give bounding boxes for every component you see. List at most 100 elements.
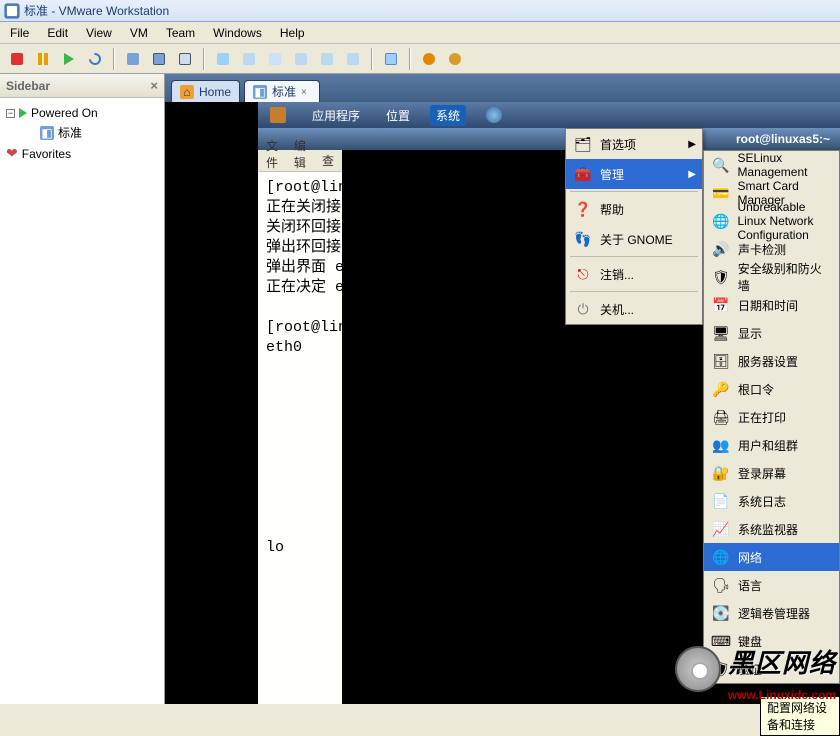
terminal-menubar: 文件(F) 编辑(E) 查 xyxy=(258,150,342,172)
unity-button[interactable] xyxy=(342,48,364,70)
admin-item-label: 日期和时间 xyxy=(738,297,798,314)
console-button[interactable] xyxy=(238,48,260,70)
menu-admin-label: 管理 xyxy=(600,166,624,183)
fullscreen-button[interactable] xyxy=(316,48,338,70)
menu-vm[interactable]: VM xyxy=(130,26,148,40)
menu-windows[interactable]: Windows xyxy=(213,26,262,40)
menu-prefs[interactable]: 🗂 首选项 ▶ xyxy=(566,129,702,159)
poweron-button[interactable] xyxy=(58,48,80,70)
menu-about[interactable]: 👣 关于 GNOME xyxy=(566,224,702,254)
sidebar-title: Sidebar xyxy=(6,79,50,93)
admin-item-label: 根口令 xyxy=(738,381,774,398)
tab-vm-label: 标准 xyxy=(272,83,296,100)
summary-button[interactable] xyxy=(264,48,286,70)
help-icon: ❓ xyxy=(574,200,592,218)
menu-view[interactable]: View xyxy=(86,26,112,40)
terminal-output[interactable]: [root@linuxas5 正在关闭接口 关闭环回接口: 弹出环回接口: 弹出… xyxy=(258,172,342,704)
menu-logout[interactable]: ⎋ 注销... xyxy=(566,259,702,289)
content: ⌂ Home ◧ 标准 × 应用程序 位置 系统 root@linuxas5:~ xyxy=(165,74,840,704)
admin-item-11[interactable]: 🔐登录屏幕 xyxy=(704,459,839,487)
admin-item-label: 声卡检测 xyxy=(738,241,786,258)
admin-item-label: 系统日志 xyxy=(738,493,786,510)
snapshot-manage-button[interactable] xyxy=(174,48,196,70)
admin-item-5[interactable]: 📅日期和时间 xyxy=(704,291,839,319)
admin-item-label: 逻辑卷管理器 xyxy=(738,605,810,622)
capture-button[interactable] xyxy=(444,48,466,70)
system-menu: 🗂 首选项 ▶ 🧰 管理 ▶ ❓ 帮助 👣 关于 GNOME xyxy=(565,128,703,325)
menu-team[interactable]: Team xyxy=(166,26,195,40)
term-menu-view[interactable]: 查 xyxy=(322,152,334,169)
admin-item-icon: 🔑 xyxy=(712,380,730,398)
quickswitch-button[interactable] xyxy=(290,48,312,70)
admin-item-9[interactable]: 🖨正在打印 xyxy=(704,403,839,431)
admin-item-icon: 🔍 xyxy=(712,156,729,174)
tab-vm[interactable]: ◧ 标准 × xyxy=(244,80,320,102)
admin-item-4[interactable]: 🛡安全级别和防火墙 xyxy=(704,263,839,291)
admin-item-18[interactable]: 🛡验证 xyxy=(704,655,839,683)
menu-shutdown[interactable]: ⏻ 关机... xyxy=(566,294,702,324)
admin-item-14[interactable]: 🌐网络 xyxy=(704,543,839,571)
tab-home[interactable]: ⌂ Home xyxy=(171,80,240,102)
menu-help[interactable]: ❓ 帮助 xyxy=(566,194,702,224)
tooltip: 配置网络设备和连接 xyxy=(760,696,840,736)
gnome-launcher-icon[interactable] xyxy=(264,105,292,125)
admin-item-10[interactable]: 👥用户和组群 xyxy=(704,431,839,459)
tab-close-icon[interactable]: × xyxy=(301,87,311,97)
admin-item-17[interactable]: ⌨键盘 xyxy=(704,627,839,655)
suspend-button[interactable] xyxy=(32,48,54,70)
admin-item-icon: 🗄 xyxy=(712,352,730,370)
tree-toggle-icon[interactable]: − xyxy=(6,109,15,118)
admin-item-12[interactable]: 📄系统日志 xyxy=(704,487,839,515)
tree-favorites[interactable]: ❤ Favorites xyxy=(4,143,160,164)
admin-item-icon: 📈 xyxy=(712,520,730,538)
panel-system[interactable]: 系统 xyxy=(430,105,466,126)
menu-about-label: 关于 GNOME xyxy=(600,231,673,248)
admin-item-icon: 🖥 xyxy=(712,324,730,342)
admin-item-7[interactable]: 🗄 服务器设置 xyxy=(704,347,839,375)
prefs-icon: 🗂 xyxy=(574,135,592,153)
admin-item-0[interactable]: 🔍SELinux Management xyxy=(704,151,839,179)
tree-vm-item[interactable]: ◧ 标准 xyxy=(4,122,160,143)
menu-file[interactable]: File xyxy=(10,26,29,40)
admin-item-icon: 💳 xyxy=(712,184,729,202)
home-icon: ⌂ xyxy=(180,85,194,99)
sidebar-close-icon[interactable]: × xyxy=(150,78,158,93)
menu-help[interactable]: Help xyxy=(280,26,305,40)
admin-item-16[interactable]: 💽逻辑卷管理器 xyxy=(704,599,839,627)
vm-tab-icon: ◧ xyxy=(253,85,267,99)
menu-separator xyxy=(570,291,698,292)
admin-item-label: 用户和组群 xyxy=(738,437,798,454)
admin-item-label: 服务器设置 xyxy=(738,353,798,370)
admin-item-15[interactable]: 🗣语言 xyxy=(704,571,839,599)
admin-item-label: 登录屏幕 xyxy=(738,465,786,482)
tree-favorites-label: Favorites xyxy=(22,147,71,161)
main-area: Sidebar × − Powered On ◧ 标准 ❤ Favorites … xyxy=(0,74,840,704)
admin-item-8[interactable]: 🔑 根口令 xyxy=(704,375,839,403)
tree-powered-on[interactable]: − Powered On xyxy=(4,104,160,122)
admin-item-icon: 🛡 xyxy=(712,268,730,286)
admin-item-2[interactable]: 🌐Unbreakable Linux Network Configuration xyxy=(704,207,839,235)
admin-item-icon: 🔊 xyxy=(712,240,730,258)
tooltip-text: 配置网络设备和连接 xyxy=(767,701,827,732)
sidebar-toggle-button[interactable] xyxy=(212,48,234,70)
menu-shutdown-label: 关机... xyxy=(600,301,634,318)
panel-places[interactable]: 位置 xyxy=(380,105,416,126)
reset-button[interactable] xyxy=(84,48,106,70)
inventory-button[interactable] xyxy=(380,48,402,70)
panel-apps[interactable]: 应用程序 xyxy=(306,105,366,126)
snapshot-revert-button[interactable] xyxy=(148,48,170,70)
snapshot-take-button[interactable] xyxy=(122,48,144,70)
admin-item-6[interactable]: 🖥显示 xyxy=(704,319,839,347)
admin-item-icon: 🛡 xyxy=(712,660,730,678)
record-button[interactable] xyxy=(418,48,440,70)
menu-admin[interactable]: 🧰 管理 ▶ xyxy=(566,159,702,189)
menubar: File Edit View VM Team Windows Help xyxy=(0,22,840,44)
panel-system-label: 系统 xyxy=(436,107,460,124)
admin-item-13[interactable]: 📈系统监视器 xyxy=(704,515,839,543)
panel-browser-icon[interactable] xyxy=(480,105,508,125)
poweredon-icon xyxy=(19,108,27,118)
poweroff-button[interactable] xyxy=(6,48,28,70)
admin-item-icon: 🌐 xyxy=(712,212,729,230)
window-title: 标准 - VMware Workstation xyxy=(24,2,169,19)
menu-edit[interactable]: Edit xyxy=(47,26,68,40)
